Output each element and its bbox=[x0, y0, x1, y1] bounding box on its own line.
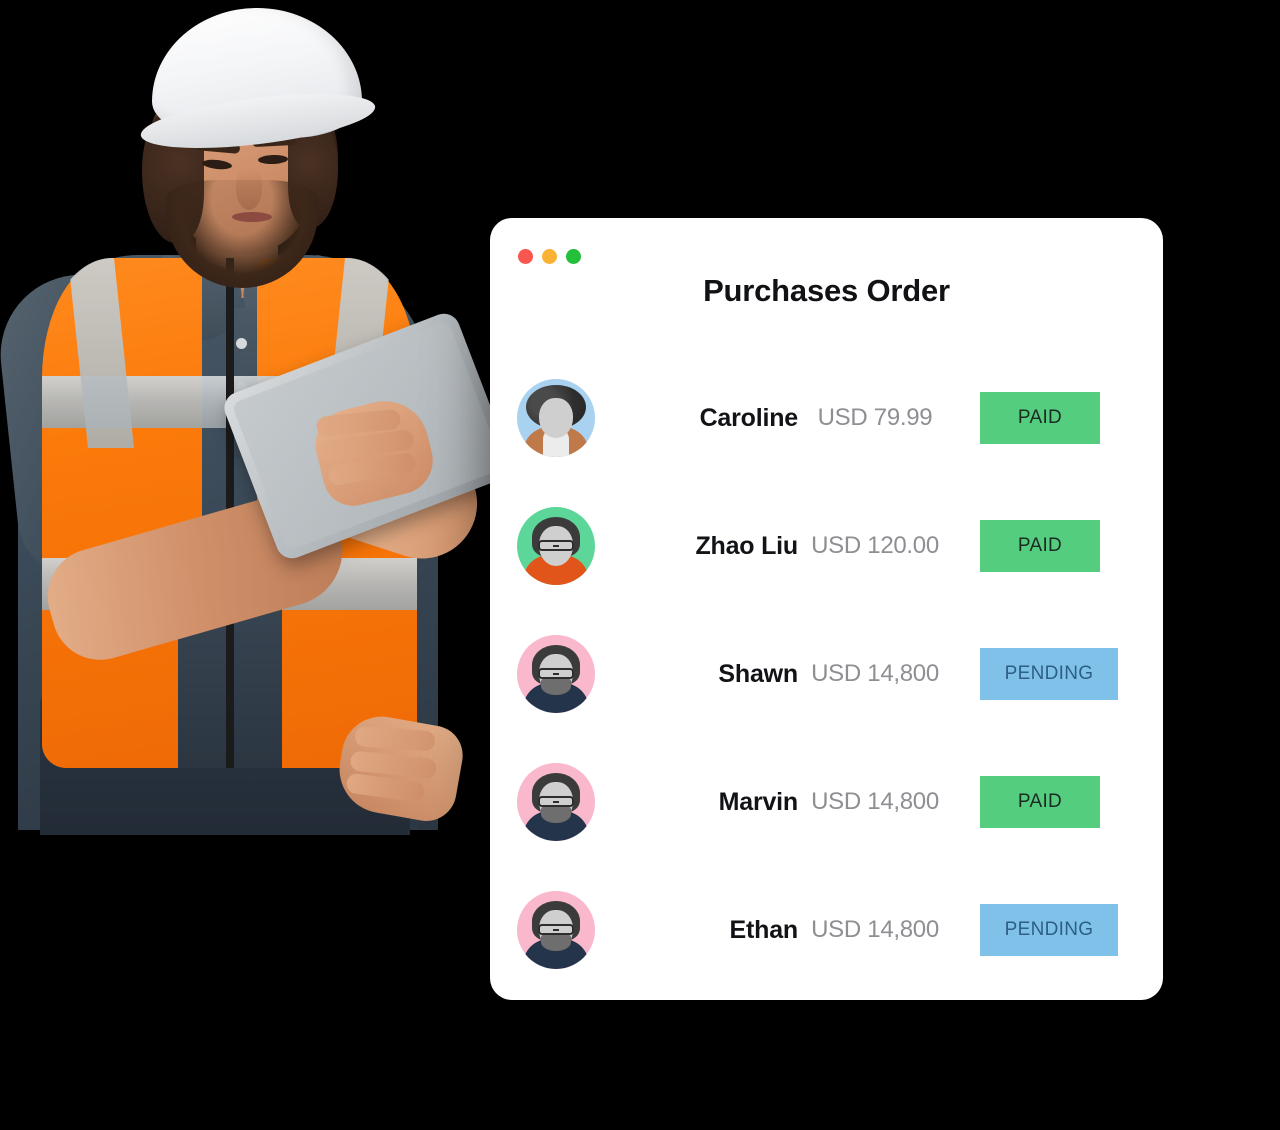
worker-mouth bbox=[232, 212, 272, 222]
avatar-beard bbox=[541, 933, 571, 951]
avatar-beard bbox=[541, 677, 571, 695]
finger bbox=[354, 725, 436, 752]
order-customer-name: Zhao Liu bbox=[695, 531, 798, 560]
construction-worker-illustration bbox=[0, 0, 517, 835]
avatar[interactable] bbox=[517, 635, 595, 713]
maximize-icon[interactable] bbox=[566, 249, 581, 264]
avatar-beard bbox=[541, 805, 571, 823]
avatar[interactable] bbox=[517, 379, 595, 457]
avatar-face bbox=[539, 398, 573, 438]
order-customer-name: Shawn bbox=[718, 659, 798, 688]
status-badge[interactable]: PAID bbox=[980, 776, 1100, 828]
avatar-glasses-icon bbox=[538, 796, 574, 807]
order-amount: USD 14,800 bbox=[811, 788, 939, 815]
status-badge[interactable]: PAID bbox=[980, 520, 1100, 572]
hard-hat-ridge bbox=[391, 14, 479, 96]
order-amount: USD 120.00 bbox=[811, 532, 939, 559]
purchases-order-card: Purchases Order Caroline USD 79.99 PAID Zha… bbox=[490, 218, 1163, 1000]
order-customer-name: Marvin bbox=[718, 787, 799, 816]
status-badge[interactable]: PENDING bbox=[980, 648, 1118, 700]
order-row[interactable]: Marvin USD 14,800 PAID bbox=[490, 738, 1163, 866]
order-amount: USD 14,800 bbox=[811, 660, 939, 687]
page-title: Purchases Order bbox=[703, 273, 950, 308]
close-icon[interactable] bbox=[518, 249, 533, 264]
order-row[interactable]: Ethan USD 14,800 PENDING bbox=[490, 866, 1163, 994]
avatar[interactable] bbox=[517, 507, 595, 585]
minimize-icon[interactable] bbox=[542, 249, 557, 264]
status-badge[interactable]: PENDING bbox=[980, 904, 1118, 956]
order-row[interactable]: Caroline USD 79.99 PAID bbox=[490, 354, 1163, 482]
status-badge[interactable]: PAID bbox=[980, 392, 1100, 444]
screenshot-stage: Purchases Order Caroline USD 79.99 PAID Zha… bbox=[0, 0, 1280, 1130]
avatar[interactable] bbox=[517, 891, 595, 969]
orders-list: Caroline USD 79.99 PAID Zhao Liu USD 120.00 P… bbox=[490, 354, 1163, 994]
avatar-glasses-icon bbox=[538, 668, 574, 679]
order-row[interactable]: Zhao Liu USD 120.00 PAID bbox=[490, 482, 1163, 610]
order-amount: USD 79.99 bbox=[817, 404, 933, 431]
avatar-glasses-icon bbox=[538, 540, 574, 551]
order-row[interactable]: Shawn USD 14,800 PENDING bbox=[490, 610, 1163, 738]
order-amount: USD 14,800 bbox=[811, 916, 939, 943]
window-traffic-lights bbox=[518, 249, 581, 264]
order-customer-name: Caroline bbox=[699, 403, 799, 432]
order-customer-name: Ethan bbox=[729, 915, 799, 944]
avatar[interactable] bbox=[517, 763, 595, 841]
avatar-glasses-icon bbox=[538, 924, 574, 935]
